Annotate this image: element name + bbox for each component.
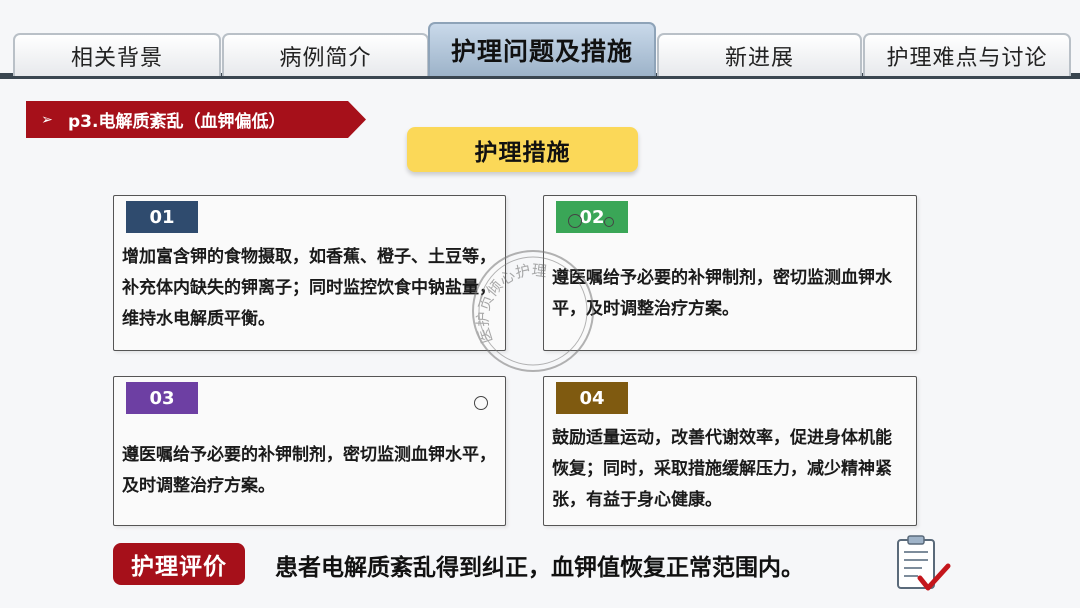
measure-card-03: 03 遵医嘱给予必要的补钾制剂，密切监测血钾水平，及时调整治疗方案。 <box>113 376 506 526</box>
tab-case-intro[interactable]: 病例简介 <box>222 33 429 76</box>
section-ribbon: ➢ p3.电解质紊乱（血钾偏低） <box>26 101 366 138</box>
card-text: 鼓励适量运动，改善代谢效率，促进身体机能恢复；同时，采取措施缓解压力，减少精神紧… <box>552 428 892 510</box>
measure-card-01: 01 增加富含钾的食物摄取，如香蕉、橙子、土豆等，补充体内缺失的钾离子；同时监控… <box>113 195 506 351</box>
measure-card-02: 02 遵医嘱给予必要的补钾制剂，密切监测血钾水平，及时调整治疗方案。 <box>543 195 917 351</box>
ring-decoration-icon <box>604 217 614 227</box>
measure-card-04: 04 鼓励适量运动，改善代谢效率，促进身体机能恢复；同时，采取措施缓解压力，减少… <box>543 376 917 526</box>
evaluation-text: 患者电解质紊乱得到纠正，血钾值恢复正常范围内。 <box>275 555 804 581</box>
evaluation-label: 护理评价 <box>113 543 245 585</box>
tab-difficulties-discussion[interactable]: 护理难点与讨论 <box>863 33 1071 76</box>
top-tab-bar: 相关背景 病例简介 护理问题及措施 新进展 护理难点与讨论 <box>0 0 1080 80</box>
card-number-badge: 04 <box>556 382 628 414</box>
section-title: p3.电解质紊乱（血钾偏低） <box>68 112 286 132</box>
ring-decoration-icon <box>568 214 582 228</box>
ring-decoration-icon <box>474 396 488 410</box>
checklist-clipboard-icon <box>897 535 951 591</box>
card-number-badge: 03 <box>126 382 198 414</box>
tab-nursing-problems[interactable]: 护理问题及措施 <box>428 22 656 76</box>
card-number-badge: 01 <box>126 201 198 233</box>
measures-title: 护理措施 <box>407 127 638 172</box>
card-number-badge: 02 <box>556 201 628 233</box>
card-text: 遵医嘱给予必要的补钾制剂，密切监测血钾水平，及时调整治疗方案。 <box>552 268 892 319</box>
card-text: 遵医嘱给予必要的补钾制剂，密切监测血钾水平，及时调整治疗方案。 <box>122 445 496 496</box>
card-text: 增加富含钾的食物摄取，如香蕉、橙子、土豆等，补充体内缺失的钾离子；同时监控饮食中… <box>122 247 496 329</box>
tab-background[interactable]: 相关背景 <box>13 33 221 76</box>
watermark-seal: 医护页倾心护理 <box>472 250 594 372</box>
tab-new-progress[interactable]: 新进展 <box>657 33 862 76</box>
arrow-bullet-icon: ➢ <box>41 111 53 128</box>
